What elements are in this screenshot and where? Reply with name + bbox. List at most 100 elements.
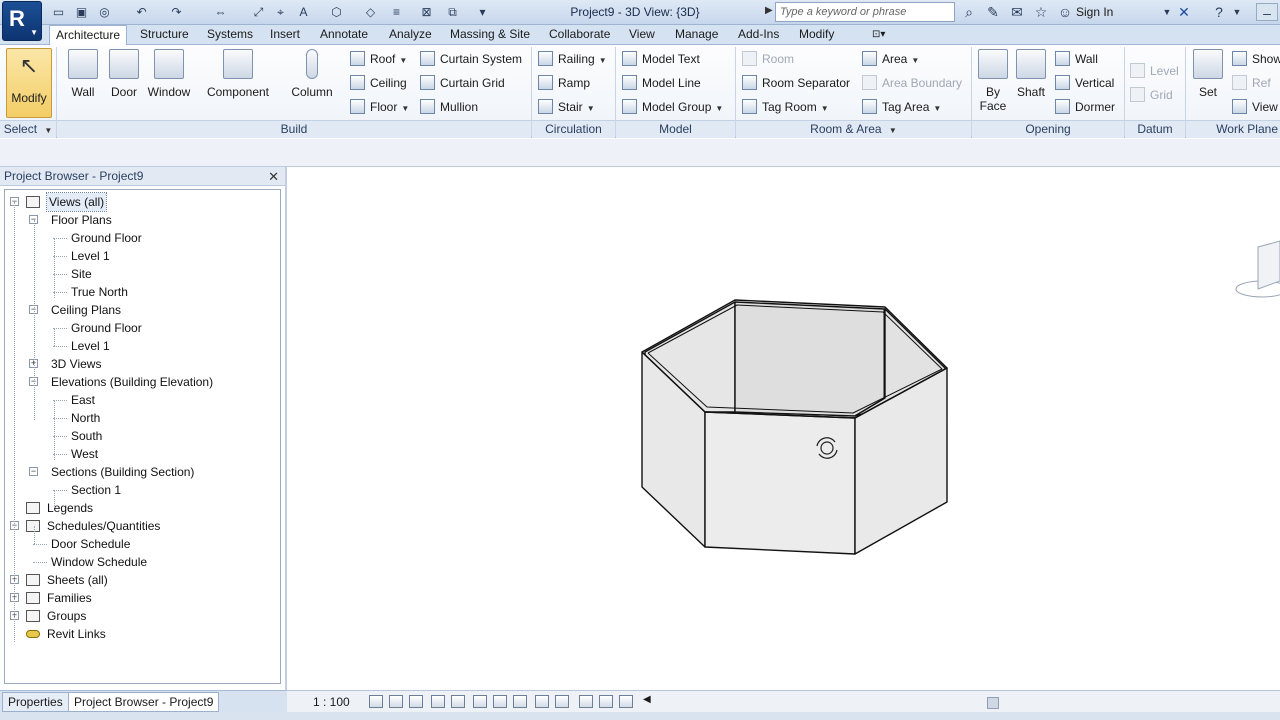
select-panel-title[interactable]: Select ▼ — [0, 120, 56, 138]
tab-annotate[interactable]: Annotate — [314, 25, 374, 45]
highlight-displacement-icon[interactable] — [619, 695, 633, 708]
search-input[interactable]: Type a keyword or phrase — [775, 2, 955, 22]
close-hidden-icon[interactable]: ⊠ — [418, 4, 435, 21]
ref-plane-button[interactable]: Ref — [1232, 73, 1271, 93]
tab-analyze[interactable]: Analyze — [383, 25, 438, 45]
tag-area-button[interactable]: Tag Area ▼ — [862, 97, 941, 117]
temporary-hide-icon[interactable] — [535, 695, 549, 708]
open-icon[interactable]: ▭ — [50, 4, 67, 21]
tree-item[interactable]: Ground Floor — [71, 319, 142, 337]
binoculars-icon[interactable]: ⌕ — [960, 3, 978, 21]
tree-item[interactable]: Views (all) — [45, 192, 108, 212]
customize-qat-icon[interactable]: ▾ — [474, 4, 491, 21]
area-boundary-button[interactable]: Area Boundary — [862, 73, 962, 93]
window-button[interactable]: Window — [145, 47, 193, 99]
visual-style-icon[interactable] — [389, 695, 403, 708]
modify-button[interactable]: ↖ Modify — [6, 48, 52, 118]
set-work-plane-button[interactable]: Set — [1191, 47, 1225, 99]
shaft-button[interactable]: Shaft — [1013, 47, 1049, 99]
door-button[interactable]: Door — [106, 47, 142, 99]
tab-insert[interactable]: Insert — [264, 25, 306, 45]
tag-room-button[interactable]: Tag Room ▼ — [742, 97, 829, 117]
room-separator-button[interactable]: Room Separator — [742, 73, 850, 93]
mullion-button[interactable]: Mullion — [420, 97, 478, 117]
text-icon[interactable]: A — [295, 4, 312, 21]
show-crop-icon[interactable] — [493, 695, 507, 708]
tree-item[interactable]: 3D Views — [51, 355, 101, 373]
by-face-button[interactable]: By Face — [976, 47, 1010, 113]
exchange-apps-icon[interactable]: ✕ — [1175, 3, 1193, 21]
tree-item[interactable]: Elevations (Building Elevation) — [51, 373, 213, 391]
vertical-opening-button[interactable]: Vertical — [1055, 73, 1114, 93]
switch-windows-icon[interactable]: ⧉ — [444, 4, 461, 21]
3d-view-icon[interactable]: ⬡ — [328, 4, 345, 21]
tag-icon[interactable]: ⌖ — [272, 4, 289, 21]
tab-structure[interactable]: Structure — [134, 25, 195, 45]
help-icon[interactable]: ? — [1210, 3, 1228, 21]
model-line-button[interactable]: Model Line — [622, 73, 701, 93]
view-scale[interactable]: 1 : 100 — [313, 695, 350, 709]
subscription-icon[interactable]: ✎ — [984, 3, 1002, 21]
sync-icon[interactable]: ◎ — [96, 4, 113, 21]
ramp-button[interactable]: Ramp — [538, 73, 590, 93]
dormer-button[interactable]: Dormer — [1055, 97, 1115, 117]
tree-item[interactable]: Window Schedule — [51, 553, 147, 571]
tree-item[interactable]: Ceiling Plans — [51, 301, 121, 319]
project-browser-tab[interactable]: Project Browser - Project9 — [68, 692, 220, 712]
worksharing-display-icon[interactable] — [579, 695, 593, 708]
ceiling-button[interactable]: Ceiling — [350, 73, 407, 93]
application-menu-button[interactable]: R ▼ — [2, 1, 42, 41]
tab-view[interactable]: View — [623, 25, 661, 45]
room-button[interactable]: Room — [742, 49, 794, 69]
project-browser-tree[interactable]: − Views (all) − Floor Plans Ground Floor Leve… — [4, 189, 281, 684]
grid-button[interactable]: Grid — [1130, 85, 1173, 105]
tab-modify[interactable]: Modify — [793, 25, 840, 45]
floor-button[interactable]: Floor ▼ — [350, 97, 409, 117]
measure-icon[interactable]: ⇔ — [212, 4, 229, 21]
tree-item[interactable]: Ground Floor — [71, 229, 142, 247]
wall-button[interactable]: Wall — [64, 47, 102, 99]
tree-item[interactable]: Sheets (all) — [47, 571, 108, 589]
curtain-system-button[interactable]: Curtain System — [420, 49, 522, 69]
analytical-model-icon[interactable] — [599, 695, 613, 708]
detail-level-icon[interactable] — [369, 695, 383, 708]
viewer-button[interactable]: View — [1232, 97, 1278, 117]
tree-item[interactable]: Floor Plans — [51, 211, 112, 229]
tree-item[interactable]: West — [71, 445, 98, 463]
thin-lines-icon[interactable]: ≡ — [388, 4, 405, 21]
component-button[interactable]: Component — [202, 47, 274, 99]
rendering-icon[interactable] — [451, 695, 465, 708]
minimize-icon[interactable]: – — [1256, 3, 1278, 21]
tree-item[interactable]: Schedules/Quantities — [47, 517, 160, 535]
save-icon[interactable]: ▣ — [73, 4, 90, 21]
tree-item[interactable]: East — [71, 391, 95, 409]
show-work-plane-button[interactable]: Show — [1232, 49, 1280, 69]
close-icon[interactable]: ✕ — [268, 168, 279, 186]
level-button[interactable]: Level — [1130, 61, 1179, 81]
scroll-thumb[interactable] — [987, 697, 999, 709]
tree-item[interactable]: South — [71, 427, 102, 445]
reveal-hidden-icon[interactable] — [555, 695, 569, 708]
tab-collaborate[interactable]: Collaborate — [543, 25, 616, 45]
tree-item[interactable]: North — [71, 409, 100, 427]
sun-path-icon[interactable] — [409, 695, 423, 708]
roof-button[interactable]: Roof ▼ — [350, 49, 407, 69]
area-button[interactable]: Area ▼ — [862, 49, 919, 69]
search-expand-icon[interactable]: ▶ — [765, 5, 773, 16]
room-area-panel-title[interactable]: Room & Area ▼ — [736, 120, 971, 138]
redo-icon[interactable]: ↷ — [168, 4, 185, 21]
scroll-left-icon[interactable]: ◀ — [643, 694, 651, 705]
curtain-grid-button[interactable]: Curtain Grid — [420, 73, 505, 93]
help-dropdown-icon[interactable]: ▼ — [1228, 3, 1246, 21]
column-button[interactable]: Column — [287, 47, 337, 99]
tab-add-ins[interactable]: Add-Ins — [732, 25, 785, 45]
tree-item[interactable]: Level 1 — [71, 247, 110, 265]
railing-button[interactable]: Railing ▼ — [538, 49, 607, 69]
shadows-icon[interactable] — [431, 695, 445, 708]
tree-item[interactable]: Groups — [47, 607, 86, 625]
undo-icon[interactable]: ↶ — [133, 4, 150, 21]
model-text-button[interactable]: Model Text — [622, 49, 700, 69]
sign-in-dropdown-icon[interactable]: ▼ — [1158, 3, 1176, 21]
tree-item[interactable]: Sections (Building Section) — [51, 463, 194, 481]
user-icon[interactable]: ☺ — [1056, 3, 1074, 21]
